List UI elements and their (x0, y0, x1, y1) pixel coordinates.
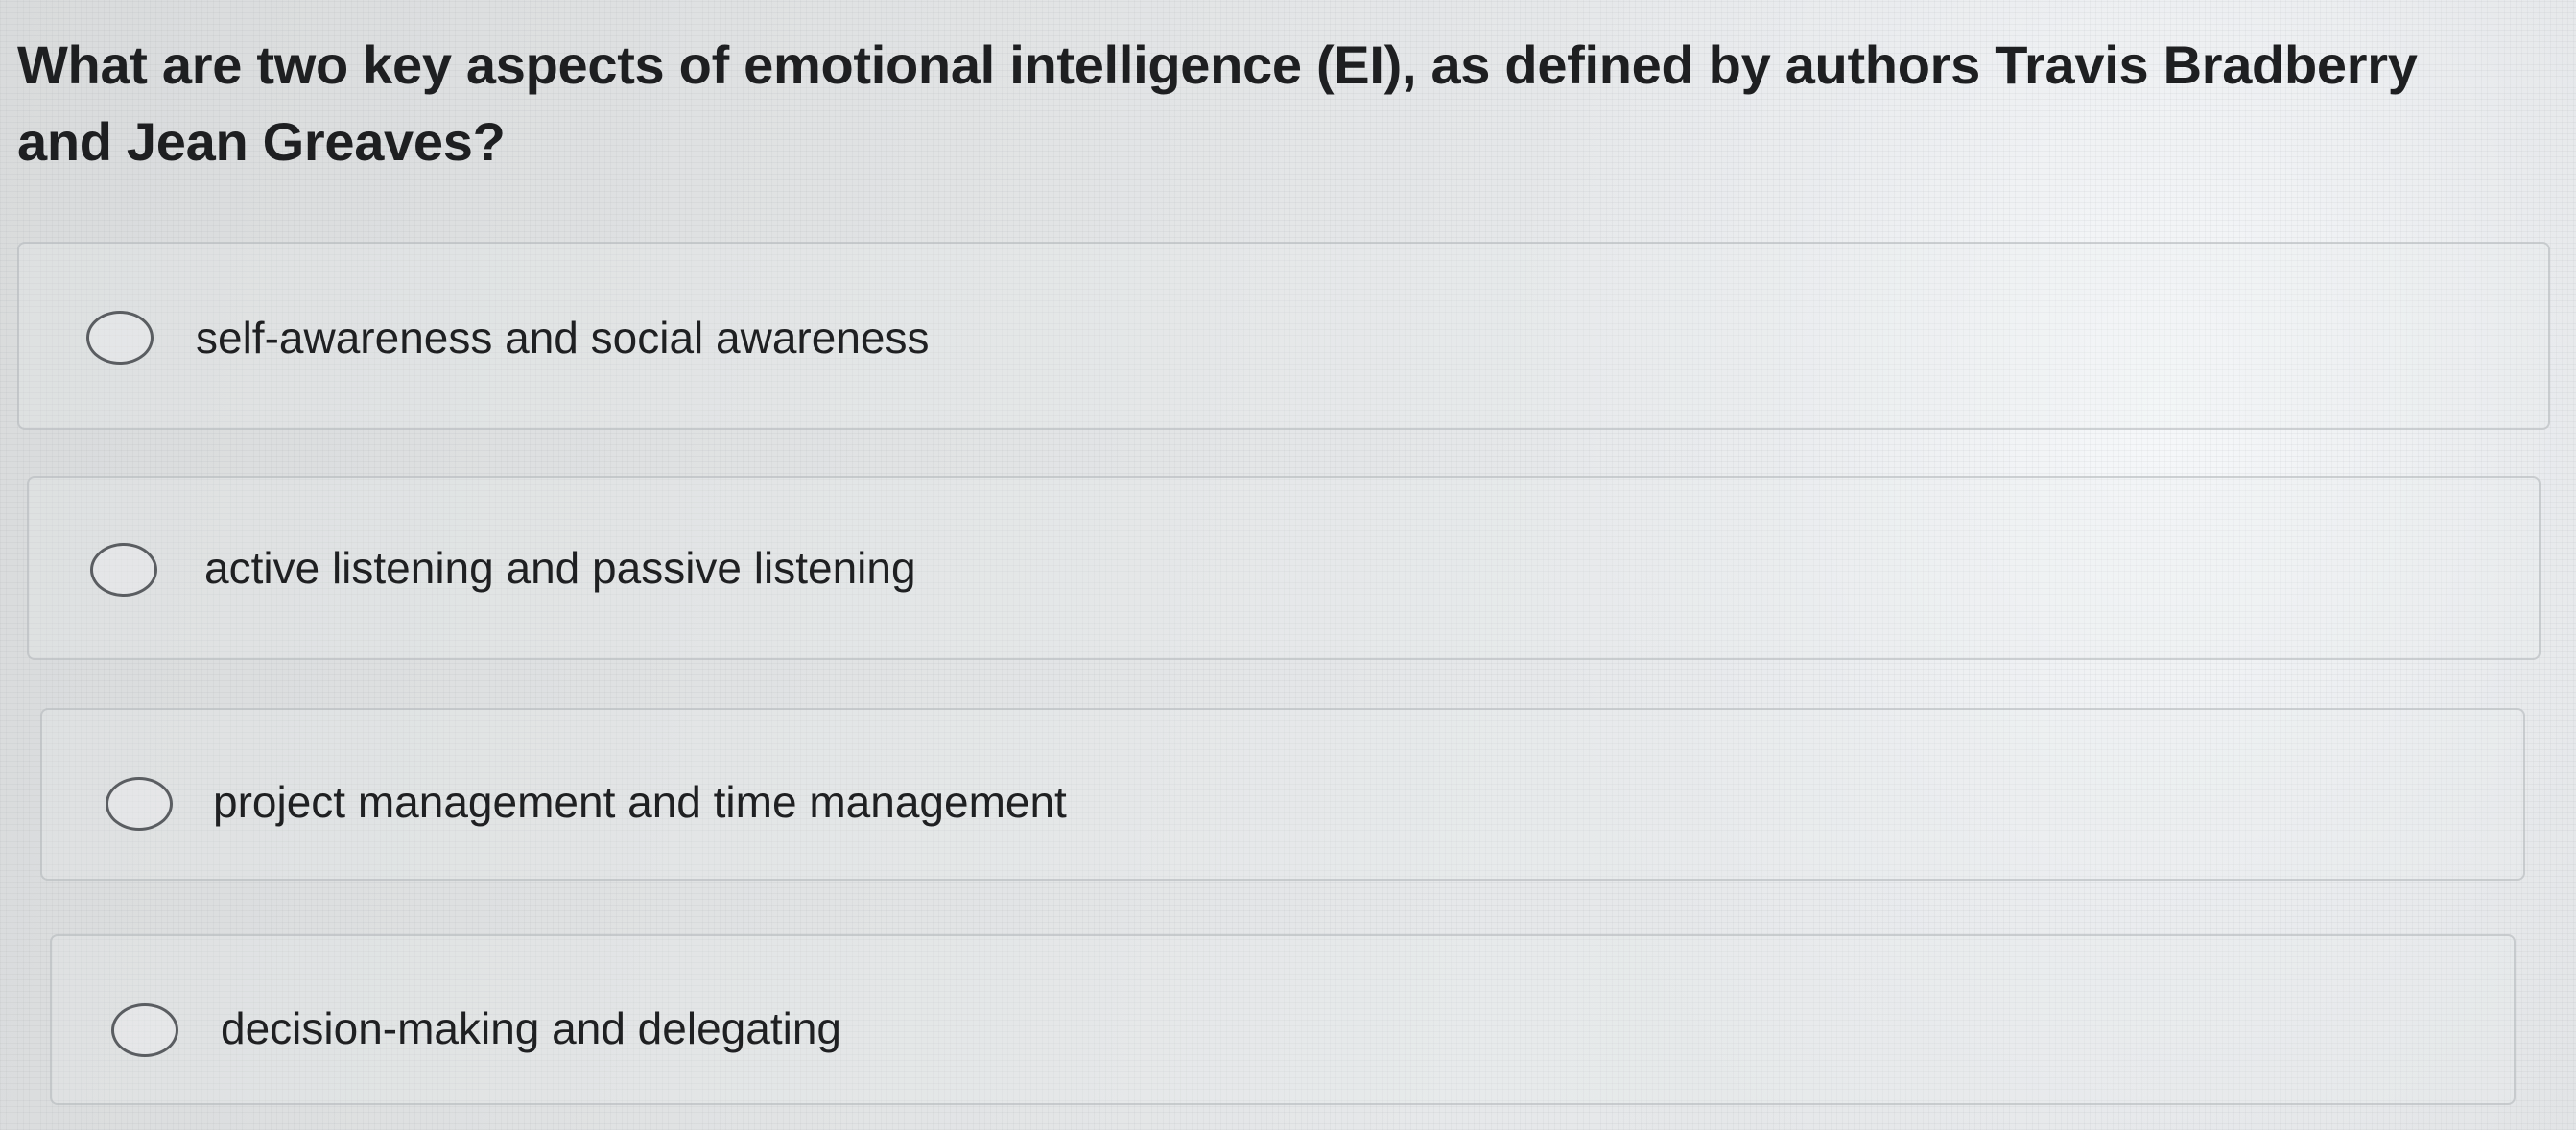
radio-unchecked-icon[interactable] (106, 777, 173, 831)
radio-unchecked-icon[interactable] (86, 311, 154, 365)
answer-option-label: active listening and passive listening (204, 543, 916, 593)
answer-options: self-awareness and social awareness acti… (0, 0, 2576, 1130)
answer-option-label: decision-making and delegating (221, 1003, 841, 1053)
answer-option-1[interactable]: self-awareness and social awareness (17, 242, 2550, 430)
answer-option-label: self-awareness and social awareness (196, 313, 930, 363)
answer-option-4[interactable]: decision-making and delegating (50, 934, 2516, 1105)
radio-unchecked-icon[interactable] (111, 1003, 178, 1057)
radio-unchecked-icon[interactable] (90, 543, 157, 597)
answer-option-2[interactable]: active listening and passive listening (27, 476, 2541, 660)
answer-option-3[interactable]: project management and time management (40, 708, 2525, 881)
answer-option-label: project management and time management (213, 777, 1067, 827)
